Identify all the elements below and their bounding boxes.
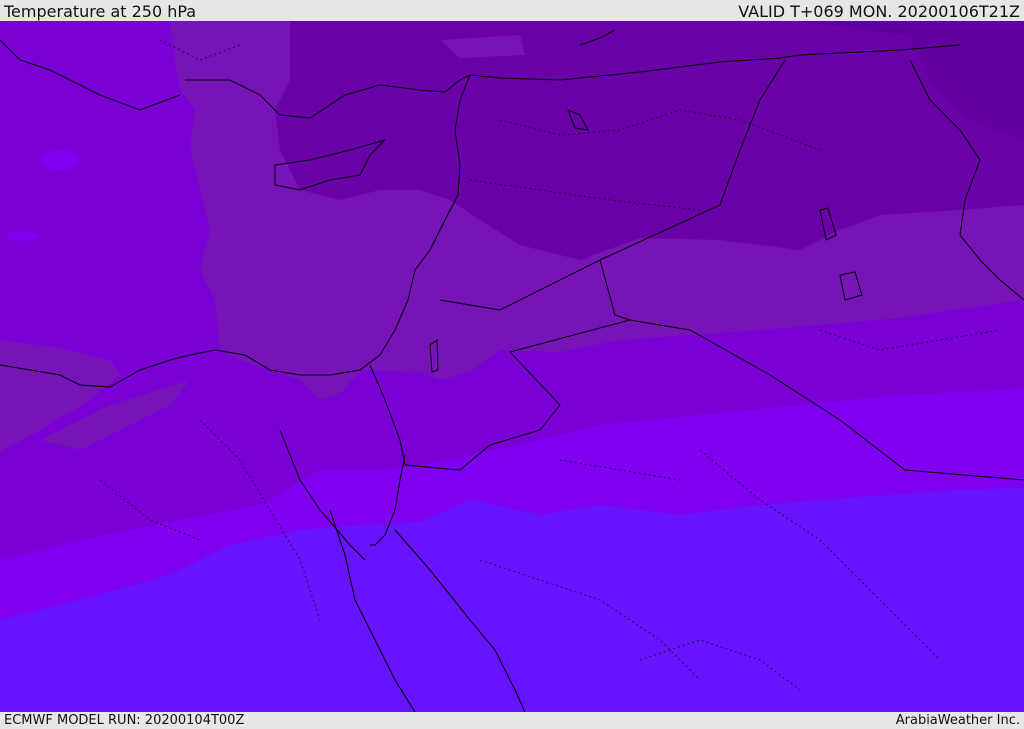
map-title: Temperature at 250 hPa bbox=[4, 2, 197, 21]
model-run: ECMWF MODEL RUN: 20200104T00Z bbox=[4, 713, 245, 728]
shade-patch bbox=[40, 150, 80, 170]
weather-map bbox=[0, 21, 1024, 712]
header-bar: Temperature at 250 hPa VALID T+069 MON. … bbox=[0, 0, 1024, 21]
valid-time: VALID T+069 MON. 20200106T21Z bbox=[738, 2, 1020, 21]
footer-bar: ECMWF MODEL RUN: 20200104T00Z ArabiaWeat… bbox=[0, 712, 1024, 729]
credit: ArabiaWeather Inc. bbox=[895, 713, 1020, 728]
shade-patch bbox=[6, 231, 38, 241]
